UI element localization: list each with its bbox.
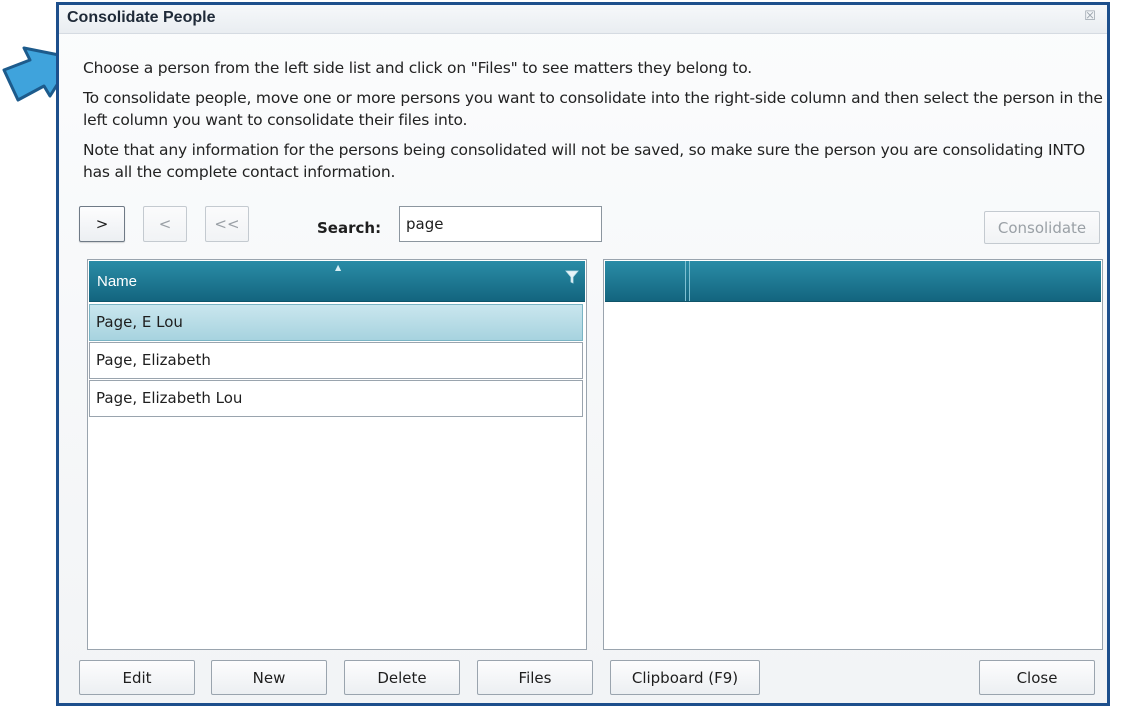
search-input[interactable]: page [399, 206, 602, 242]
files-button[interactable]: Files [477, 660, 593, 695]
title-bar: Consolidate People ☒ [59, 5, 1107, 34]
instruction-line-1: Choose a person from the left side list … [83, 59, 753, 77]
move-right-button[interactable]: > [79, 206, 125, 242]
dialog-title: Consolidate People [67, 9, 216, 26]
close-button[interactable]: Close [979, 660, 1095, 695]
consolidate-people-dialog: Consolidate People ☒ Choose a person fro… [56, 2, 1110, 706]
close-icon[interactable]: ☒ [1083, 10, 1097, 24]
clipboard-button[interactable]: Clipboard (F9) [610, 660, 760, 695]
consolidate-button[interactable]: Consolidate [984, 211, 1100, 244]
consolidate-list-grid [603, 259, 1103, 650]
column-separator [685, 261, 686, 301]
list-item[interactable]: Page, E Lou [89, 304, 583, 341]
list-item[interactable]: Page, Elizabeth Lou [89, 380, 583, 417]
list-item[interactable]: Page, Elizabeth [89, 342, 583, 379]
delete-button[interactable]: Delete [344, 660, 460, 695]
edit-button[interactable]: Edit [79, 660, 195, 695]
instructions: Choose a person from the left side list … [83, 57, 1103, 191]
grid-header: ▲ Name [89, 261, 585, 302]
people-list-grid: ▲ Name Page, E Lou Page, Elizabeth Page,… [87, 259, 587, 650]
sort-ascending-icon[interactable]: ▲ [335, 263, 341, 272]
name-column-header[interactable]: Name [97, 273, 137, 290]
grid-header [605, 261, 1101, 302]
move-left-button[interactable]: < [143, 206, 187, 242]
instruction-line-2: To consolidate people, move one or more … [83, 89, 1103, 129]
move-all-left-button[interactable]: << [205, 206, 249, 242]
filter-icon[interactable] [565, 269, 579, 285]
search-label: Search: [317, 219, 382, 237]
new-button[interactable]: New [211, 660, 327, 695]
column-separator [689, 261, 690, 301]
instruction-line-3: Note that any information for the person… [83, 141, 1085, 181]
